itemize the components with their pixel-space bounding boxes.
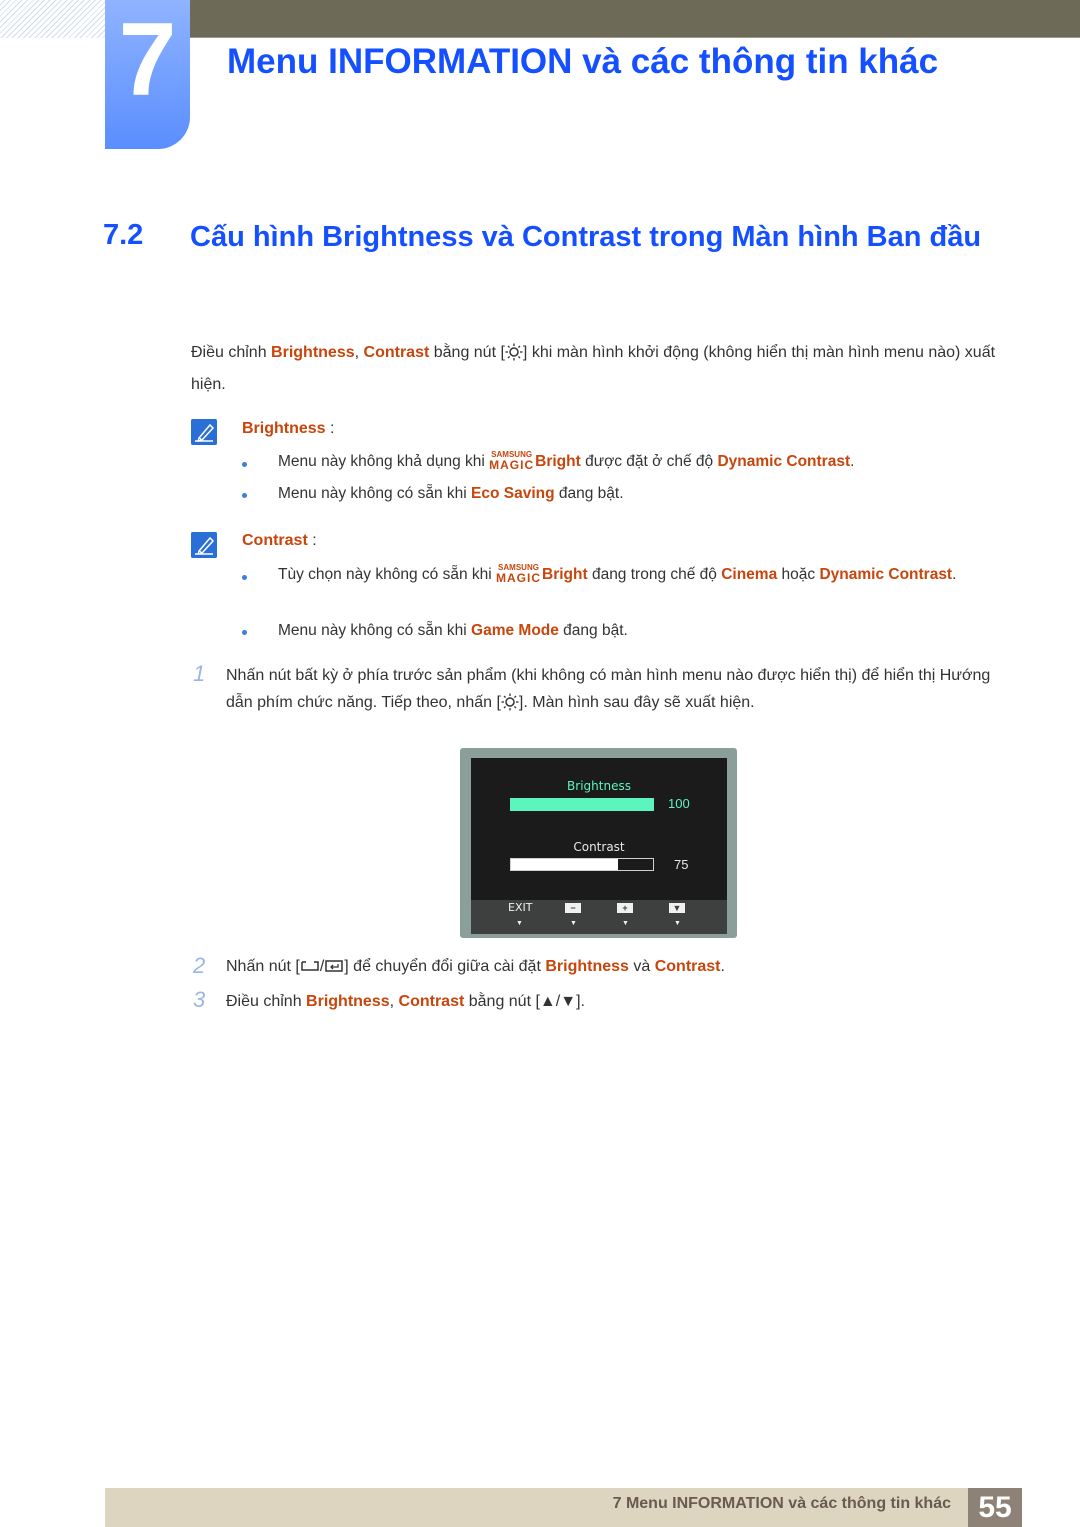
term-magicbright: Bright bbox=[535, 453, 581, 470]
step-number: 1 bbox=[193, 661, 206, 686]
term-eco-saving: Eco Saving bbox=[471, 485, 555, 502]
bullet-text: Menu này không có sẵn khi bbox=[278, 622, 472, 639]
term-contrast: Contrast bbox=[398, 993, 465, 1010]
bullet-text: đang trong chế độ bbox=[587, 566, 722, 583]
osd-brightness-label: Brightness bbox=[567, 779, 631, 793]
up-arrow-icon: ▲ bbox=[539, 993, 556, 1010]
step-text-part: . bbox=[720, 958, 725, 975]
intro-paragraph: Điều chỉnh Brightness, Contrast bằng nút… bbox=[191, 337, 1001, 401]
term-cinema: Cinema bbox=[721, 566, 778, 583]
separator: , bbox=[389, 993, 399, 1010]
bullet-text: Menu này không có sẵn khi bbox=[278, 485, 472, 502]
osd-brightness-value: 100 bbox=[668, 796, 690, 811]
samsung-magic-logo: SAMSUNG MAGIC bbox=[496, 564, 541, 585]
step-number: 3 bbox=[193, 987, 206, 1012]
bullet-text: đang bật. bbox=[558, 622, 628, 639]
bullet-text: Menu này không khả dụng khi bbox=[278, 453, 490, 470]
bullet-text: đang bật. bbox=[554, 485, 624, 502]
section-title: Cấu hình Brightness và Contrast trong Mà… bbox=[190, 221, 982, 253]
bullet-dot bbox=[242, 630, 247, 635]
osd-monitor-illustration: Brightness 100 Contrast 75 EXIT − + ▼ ▼ … bbox=[460, 748, 737, 938]
term-brightness: Brightness bbox=[306, 993, 390, 1010]
osd-contrast-label: Contrast bbox=[573, 840, 625, 854]
intro-text: Điều chỉnh bbox=[191, 344, 272, 361]
step-text-part: Điều chỉnh bbox=[226, 993, 307, 1010]
term-dynamic-contrast: Dynamic Contrast bbox=[717, 453, 851, 470]
step-text-part: và bbox=[628, 958, 655, 975]
term-magicbright: Bright bbox=[542, 566, 588, 583]
osd-contrast-fill bbox=[511, 859, 618, 870]
term-brightness: Brightness bbox=[545, 958, 629, 975]
sun-icon bbox=[505, 343, 523, 361]
osd-pointer-icon: ▼ bbox=[622, 920, 629, 927]
term-contrast: Contrast bbox=[654, 958, 721, 975]
chapter-title: Menu INFORMATION và các thông tin khác bbox=[227, 42, 939, 81]
source-icon bbox=[301, 961, 319, 971]
step-text-part: ]. bbox=[576, 993, 585, 1010]
bullet-dot bbox=[242, 493, 247, 498]
term-game-mode: Game Mode bbox=[471, 622, 559, 639]
step-text: Nhấn nút [/] để chuyển đổi giữa cài đặt … bbox=[226, 953, 725, 980]
chapter-badge: 7 bbox=[105, 0, 190, 149]
magic-logo-bottom: MAGIC bbox=[489, 458, 535, 472]
magic-logo-bottom: MAGIC bbox=[496, 571, 541, 585]
footer-bar: 7 Menu INFORMATION và các thông tin khác bbox=[105, 1488, 1022, 1527]
separator: , bbox=[354, 344, 364, 361]
step-text-part: bằng nút [ bbox=[464, 993, 540, 1010]
osd-pointer-icon: ▼ bbox=[570, 920, 577, 927]
intro-text: bằng nút [ bbox=[429, 344, 505, 361]
bullet-text: Tùy chọn này không có sẵn khi bbox=[278, 566, 496, 583]
osd-screen: Brightness 100 Contrast 75 bbox=[471, 758, 727, 900]
note-pencil-icon bbox=[191, 532, 217, 558]
step-number: 2 bbox=[193, 953, 206, 978]
section-number: 7.2 bbox=[103, 219, 144, 251]
osd-down-icon: ▼ bbox=[669, 903, 685, 913]
note-bullet: Menu này không khả dụng khi SAMSUNG MAGIC… bbox=[278, 449, 854, 474]
note-heading-brightness: Brightness : bbox=[242, 419, 334, 439]
step-text-part: ] để chuyển đổi giữa cài đặt bbox=[344, 958, 546, 975]
note-heading-term: Contrast bbox=[242, 532, 308, 549]
osd-brightness-fill bbox=[511, 799, 653, 810]
bullet-text: . bbox=[850, 453, 855, 470]
header-hatch-decoration bbox=[0, 0, 105, 38]
step-text-part: ]. Màn hình sau đây sẽ xuất hiện. bbox=[518, 694, 755, 711]
bullet-dot bbox=[242, 575, 247, 580]
bullet-dot bbox=[242, 462, 247, 467]
bullet-text: được đặt ở chế độ bbox=[580, 453, 718, 470]
footer-chapter-title: 7 Menu INFORMATION và các thông tin khác bbox=[612, 1495, 951, 1512]
note-bullet: Menu này không có sẵn khi Game Mode đang… bbox=[278, 618, 628, 643]
osd-brightness-bar bbox=[510, 798, 654, 811]
page-number: 55 bbox=[968, 1488, 1022, 1527]
step-text: Điều chỉnh Brightness, Contrast bằng nút… bbox=[226, 988, 585, 1015]
osd-button-guide: EXIT − + ▼ ▼ ▼ ▼ ▼ bbox=[471, 900, 727, 934]
osd-pointer-icon: ▼ bbox=[674, 920, 681, 927]
osd-contrast-value: 75 bbox=[674, 857, 689, 872]
header-bar bbox=[190, 0, 1080, 38]
osd-pointer-icon: ▼ bbox=[516, 920, 523, 927]
osd-contrast-bar bbox=[510, 858, 654, 871]
term-contrast: Contrast bbox=[363, 344, 430, 361]
note-bullet: Menu này không có sẵn khi Eco Saving đan… bbox=[278, 481, 624, 506]
term-dynamic-contrast: Dynamic Contrast bbox=[819, 566, 953, 583]
bullet-text: hoặc bbox=[777, 566, 820, 583]
note-heading-suffix: : bbox=[325, 420, 335, 437]
note-heading-term: Brightness bbox=[242, 420, 326, 437]
sun-icon bbox=[501, 693, 519, 711]
samsung-magic-logo: SAMSUNG MAGIC bbox=[489, 451, 535, 472]
bullet-text: . bbox=[952, 566, 957, 583]
down-arrow-icon: ▼ bbox=[560, 993, 577, 1010]
note-bullet: Tùy chọn này không có sẵn khi SAMSUNG MAG… bbox=[278, 562, 978, 587]
note-pencil-icon bbox=[191, 419, 217, 445]
step-text: Nhấn nút bất kỳ ở phía trước sản phẩm (k… bbox=[226, 662, 1016, 716]
osd-exit-label: EXIT bbox=[508, 901, 533, 914]
osd-minus-icon: − bbox=[565, 903, 581, 913]
step-text-part: Nhấn nút [ bbox=[226, 958, 300, 975]
osd-plus-icon: + bbox=[617, 903, 633, 913]
note-heading-contrast: Contrast : bbox=[242, 531, 317, 551]
note-heading-suffix: : bbox=[307, 532, 317, 549]
term-brightness: Brightness bbox=[271, 344, 355, 361]
enter-icon bbox=[325, 960, 344, 972]
chapter-number: 7 bbox=[118, 2, 177, 118]
